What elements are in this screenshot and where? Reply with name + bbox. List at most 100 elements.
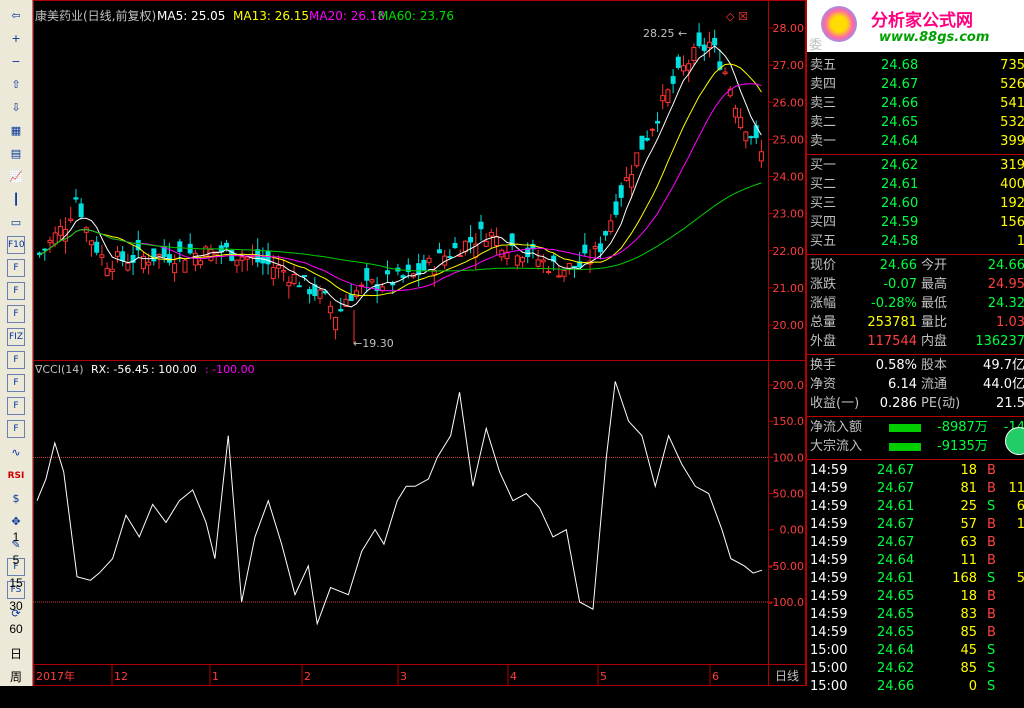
window-ctrl-icon: ◇ ☒ — [726, 10, 748, 23]
wave-icon[interactable]: ∿ — [6, 443, 26, 463]
ask-label: 卖一 — [810, 134, 837, 149]
candle-body — [712, 38, 718, 46]
candle-body — [488, 232, 494, 237]
quote-label: 涨跌 — [810, 277, 837, 292]
period-6[interactable]: 周 — [4, 668, 28, 685]
grid-icon[interactable]: ▦ — [6, 121, 26, 141]
f-icon[interactable]: F — [7, 420, 25, 438]
candle-body — [104, 267, 110, 277]
period-4[interactable]: 60 — [4, 622, 28, 636]
chart-svg[interactable]: 28.00 27.00 26.00 25.00 24.00 23.00 22.00 21.00… — [33, 0, 806, 686]
ma5-label: MA5: 25.05 — [157, 9, 225, 23]
ask-volume: 399 — [1000, 134, 1024, 149]
bid-row-1: 买二 24.61 400 — [807, 176, 1024, 194]
tick-price: 24.61 — [877, 499, 915, 514]
move-icon[interactable]: ✥ — [6, 512, 26, 532]
plus-icon[interactable]: + — [6, 29, 26, 49]
bid-volume: 319 — [1000, 158, 1024, 173]
ask-volume: 735 — [1000, 58, 1024, 73]
dollar-icon[interactable]: $ — [6, 489, 26, 509]
tick-row: 14:59 24.65 85 B — [807, 624, 1024, 642]
candle-body — [452, 242, 458, 249]
weibi-label: 委 — [809, 38, 823, 53]
ask-row-2: 卖三 24.66 541 — [807, 95, 1024, 113]
info-row-0: 换手 0.58% 股本 49.7亿 — [807, 357, 1024, 375]
quote-row-3: 总量 253781 量比 1.03 — [807, 314, 1024, 332]
fiz-icon[interactable]: FIZ — [7, 328, 25, 346]
candle-body — [660, 95, 666, 102]
price-axis-label: 25.00 — [773, 133, 805, 146]
quote-label: 现价 — [810, 258, 837, 273]
candle-body — [301, 274, 307, 277]
tick-time: 14:59 — [810, 625, 848, 640]
ask-label: 卖五 — [810, 58, 837, 73]
f-icon[interactable]: F — [7, 397, 25, 415]
info-value: 6.14 — [888, 377, 917, 392]
f-icon[interactable]: F — [7, 374, 25, 392]
quote-label: 最高 — [921, 277, 948, 292]
period-1[interactable]: 5 — [4, 553, 28, 567]
ma60-label: MA60: 23.76 — [378, 9, 454, 23]
tick-volume: 25 — [960, 499, 977, 514]
candle-body — [166, 254, 172, 263]
info-label: 流通 — [921, 377, 948, 392]
cci-rx-label: RX: -56.45 — [91, 363, 149, 376]
candle-body — [447, 256, 453, 259]
ask-label: 卖二 — [810, 115, 837, 130]
kline-chart-area[interactable]: 28.00 27.00 26.00 25.00 24.00 23.00 22.00 21.00… — [33, 0, 806, 686]
back-arrow-icon[interactable]: ⇦ — [6, 6, 26, 26]
candle-body — [369, 279, 375, 283]
low-price-label: ←19.30 — [353, 337, 394, 350]
info-label: PE(动) — [921, 396, 961, 411]
cci-axis-label: -100.0 — [769, 596, 804, 609]
f-icon[interactable]: F — [7, 305, 25, 323]
quote-value: 24.32 — [987, 296, 1024, 311]
candle-icon[interactable]: ┃ — [6, 190, 26, 210]
period-3[interactable]: 30 — [4, 599, 28, 613]
line-chart-icon[interactable]: 📈 — [6, 167, 26, 187]
candle-body — [655, 120, 661, 124]
candle-body — [753, 125, 759, 139]
tick-side: S — [987, 661, 996, 676]
ask-price: 24.64 — [881, 134, 919, 149]
candle-body — [57, 225, 63, 236]
candle-body — [457, 255, 463, 258]
cci-axis-label: 150.0 — [773, 415, 805, 428]
cci-axis-label: 200.0 — [773, 379, 805, 392]
stock-title: 康美药业(日线,前复权) — [35, 8, 156, 23]
candle-body — [78, 203, 84, 218]
f-icon[interactable]: F — [7, 351, 25, 369]
candle-body — [566, 263, 572, 269]
period-2[interactable]: 15 — [4, 576, 28, 590]
flow-label: 大宗流入 — [810, 439, 863, 454]
period-0[interactable]: 1 — [4, 530, 28, 544]
tick-time: 14:59 — [810, 517, 848, 532]
candle-body — [239, 256, 245, 261]
tick-extra: 1 — [1016, 517, 1024, 532]
period-7[interactable]: 月 — [4, 691, 28, 708]
ask-row-4: 卖一 24.64 399 — [807, 133, 1024, 151]
up-arrow-icon[interactable]: ⇧ — [6, 75, 26, 95]
candle-body — [732, 107, 738, 118]
ask-volume: 541 — [1000, 96, 1024, 111]
tick-side: S — [987, 499, 996, 514]
ma13-line — [39, 63, 762, 297]
minus-icon[interactable]: − — [6, 52, 26, 72]
candle-body — [665, 89, 671, 103]
price-axis-label: 27.00 — [773, 59, 805, 72]
tick-side: S — [987, 643, 996, 658]
table-icon[interactable]: ▤ — [6, 144, 26, 164]
period-5[interactable]: 日 — [4, 645, 28, 662]
rsi-icon[interactable]: RSI — [6, 466, 26, 486]
tick-extra: 6 — [1016, 499, 1024, 514]
down-arrow-icon[interactable]: ⇩ — [6, 98, 26, 118]
candle-body — [156, 253, 162, 257]
xaxis-label: 5 — [600, 670, 607, 683]
quote-value: 117544 — [867, 334, 917, 349]
f10-icon[interactable]: F10 — [7, 236, 25, 254]
doc-icon[interactable]: ▭ — [6, 213, 26, 233]
tick-time: 14:59 — [810, 607, 848, 622]
f-icon[interactable]: F — [7, 259, 25, 277]
tick-volume: 18 — [960, 589, 977, 604]
f-icon[interactable]: F — [7, 282, 25, 300]
